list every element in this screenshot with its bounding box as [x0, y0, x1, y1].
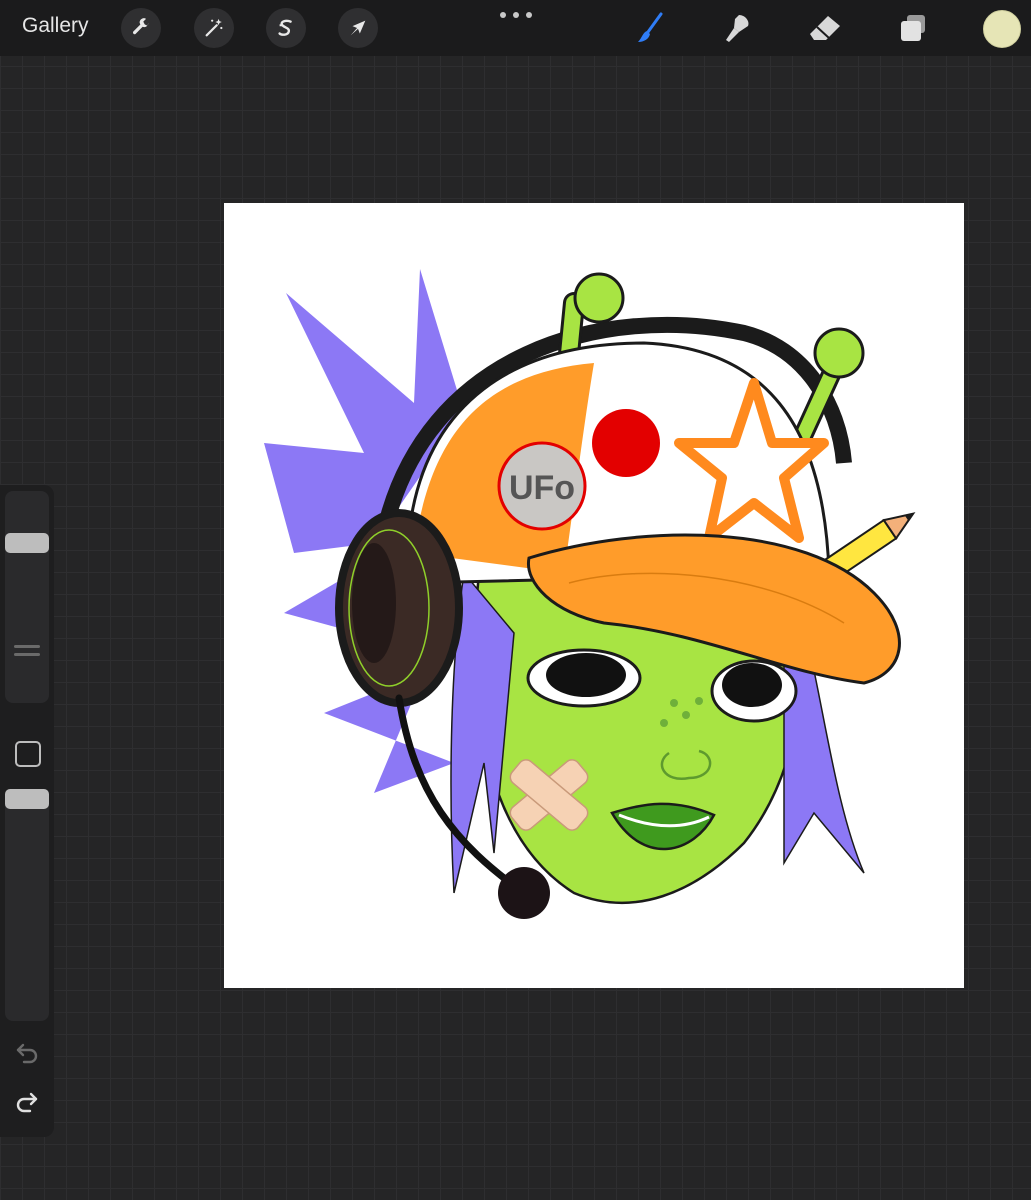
undo-icon[interactable]	[14, 1040, 40, 1064]
transform-button[interactable]	[338, 8, 378, 48]
selection-s-icon	[278, 19, 292, 36]
redo-icon[interactable]	[14, 1091, 40, 1115]
smudge-icon	[726, 15, 749, 42]
artwork-alien-girl: UFo	[264, 269, 916, 919]
top-toolbar: Gallery	[0, 0, 1031, 56]
adjustments-button[interactable]	[194, 8, 234, 48]
magic-wand-icon	[205, 18, 223, 37]
brush-icon	[638, 12, 663, 42]
color-picker-swatch[interactable]	[983, 10, 1021, 48]
more-dots-icon[interactable]	[500, 8, 532, 22]
gallery-button[interactable]: Gallery	[22, 14, 89, 38]
opacity-slider-thumb[interactable]	[5, 789, 49, 809]
wrench-icon	[132, 18, 149, 35]
smudge-button[interactable]	[717, 10, 757, 46]
square-icon[interactable]	[15, 741, 41, 767]
cursor-arrow-icon	[350, 20, 366, 36]
brush-button[interactable]	[630, 10, 670, 46]
eraser-icon	[810, 16, 840, 40]
brush-size-slider-thumb[interactable]	[5, 533, 49, 554]
eraser-button[interactable]	[805, 10, 845, 46]
actions-button[interactable]	[121, 8, 161, 48]
layers-button[interactable]	[893, 10, 933, 46]
brush-size-slider[interactable]	[5, 491, 49, 703]
opacity-slider[interactable]	[5, 789, 49, 1021]
selection-button[interactable]	[266, 8, 306, 48]
drawing-canvas[interactable]: UFo	[224, 203, 964, 988]
cap-badge-text: UFo	[509, 469, 575, 507]
left-sidebar	[0, 485, 54, 1137]
sidebar-grip-icon	[14, 645, 40, 659]
layers-icon	[901, 15, 925, 41]
